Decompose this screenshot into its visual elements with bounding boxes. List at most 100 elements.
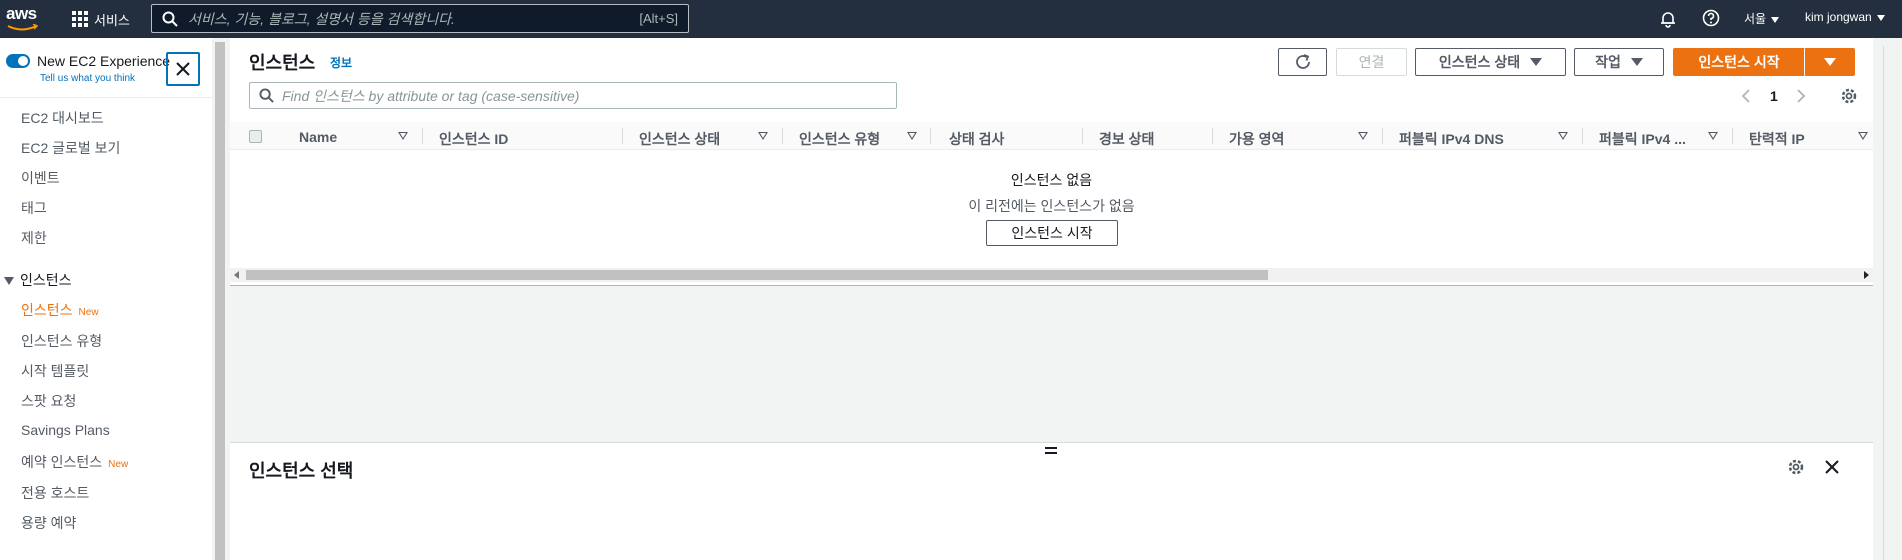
sidebar-section-instances[interactable]: 인스턴스 bbox=[4, 270, 72, 290]
sidebar-item-spot-requests[interactable]: 스팟 요청 bbox=[21, 391, 76, 411]
actions-dropdown[interactable]: 작업 bbox=[1574, 48, 1664, 76]
sidebar-item-limits[interactable]: 제한 bbox=[21, 228, 47, 248]
section-label: 인스턴스 bbox=[20, 272, 72, 288]
sort-icon[interactable] bbox=[1858, 132, 1868, 140]
gear-icon[interactable] bbox=[1840, 87, 1858, 105]
chevron-left-icon[interactable] bbox=[1740, 88, 1752, 104]
sidebar-item-ec2-dashboard[interactable]: EC2 대시보드 bbox=[21, 108, 104, 128]
close-sidebar-button[interactable] bbox=[166, 52, 200, 86]
sidebar-item-global-view[interactable]: EC2 글로벌 보기 bbox=[21, 138, 120, 158]
sidebar-item-launch-templates[interactable]: 시작 템플릿 bbox=[21, 361, 89, 381]
scroll-right-arrow[interactable] bbox=[1864, 271, 1869, 279]
resize-handle[interactable] bbox=[1045, 447, 1057, 456]
sidebar-item-label: 용량 예약 bbox=[21, 515, 77, 531]
sidebar: New EC2 Experience Tell us what you thin… bbox=[0, 38, 212, 560]
help-icon[interactable] bbox=[1702, 9, 1720, 27]
aws-logo-text: aws bbox=[6, 4, 37, 23]
aws-logo[interactable]: aws bbox=[6, 4, 40, 32]
sidebar-item-capacity-reservations[interactable]: 용량 예약 bbox=[21, 513, 76, 533]
info-link[interactable]: 정보 bbox=[330, 54, 352, 71]
sort-icon[interactable] bbox=[907, 132, 917, 140]
top-navigation-bar: aws 서비스 서비스, 기능, 블로그, 설명서 등을 검색합니다. [Alt… bbox=[0, 0, 1902, 38]
launch-options-dropdown[interactable] bbox=[1804, 48, 1855, 76]
table-header: Name 인스턴스 ID 인스턴스 상태 인스턴스 유형 상태 검사 경보 상태… bbox=[230, 122, 1873, 150]
close-icon bbox=[176, 62, 190, 76]
sidebar-scrollbar[interactable] bbox=[212, 38, 228, 560]
actions-label: 작업 bbox=[1595, 54, 1621, 70]
chevron-down-icon bbox=[1876, 14, 1885, 21]
sort-icon[interactable] bbox=[398, 132, 408, 140]
sidebar-item-instances[interactable]: 인스턴스 New bbox=[21, 300, 99, 320]
new-experience-toggle[interactable] bbox=[6, 54, 30, 68]
user-name: kim jongwan bbox=[1805, 10, 1872, 24]
refresh-button[interactable] bbox=[1278, 48, 1327, 76]
filter-placeholder: Find 인스턴스 by attribute or tag (case-sens… bbox=[282, 87, 580, 104]
column-header-availability-zone[interactable]: 가용 영역 bbox=[1229, 129, 1284, 149]
column-header-instance-state[interactable]: 인스턴스 상태 bbox=[639, 129, 720, 149]
search-icon bbox=[259, 88, 274, 103]
services-label: 서비스 bbox=[94, 12, 130, 28]
refresh-icon bbox=[1295, 54, 1310, 69]
sort-icon[interactable] bbox=[1358, 132, 1368, 140]
caret-down-icon bbox=[1630, 58, 1643, 66]
page-number[interactable]: 1 bbox=[1770, 88, 1778, 104]
account-menu[interactable]: kim jongwan bbox=[1805, 10, 1885, 24]
column-header-elastic-ip[interactable]: 탄력적 IP bbox=[1749, 129, 1805, 149]
column-header-instance-id[interactable]: 인스턴스 ID bbox=[439, 129, 508, 149]
page-title: 인스턴스 bbox=[249, 53, 316, 73]
sidebar-item-label: Savings Plans bbox=[21, 422, 110, 438]
grid-icon bbox=[72, 11, 88, 27]
instance-state-label: 인스턴스 상태 bbox=[1438, 54, 1521, 70]
sort-icon[interactable] bbox=[1708, 132, 1718, 140]
empty-state-title: 인스턴스 없음 bbox=[1010, 172, 1093, 188]
close-icon[interactable] bbox=[1824, 459, 1840, 475]
sidebar-item-label: 인스턴스 유형 bbox=[21, 333, 103, 349]
select-all-checkbox[interactable] bbox=[249, 130, 262, 143]
table-horizontal-scrollbar[interactable] bbox=[230, 268, 1873, 282]
bell-icon[interactable] bbox=[1659, 10, 1677, 28]
search-shortcut: [Alt+S] bbox=[639, 11, 678, 26]
caret-down-icon bbox=[4, 277, 14, 286]
sort-icon[interactable] bbox=[1558, 132, 1568, 140]
instances-table-panel: 인스턴스 정보 연결 인스턴스 상태 작업 인스턴스 시작 Find 인스턴스 … bbox=[230, 38, 1873, 286]
column-header-status-check[interactable]: 상태 검사 bbox=[949, 129, 1004, 149]
sidebar-item-instance-types[interactable]: 인스턴스 유형 bbox=[21, 331, 102, 351]
sidebar-item-reserved-instances[interactable]: 예약 인스턴스 New bbox=[21, 452, 128, 472]
sidebar-item-label: 예약 인스턴스 bbox=[21, 454, 103, 470]
sort-icon[interactable] bbox=[758, 132, 768, 140]
column-header-alarm-status[interactable]: 경보 상태 bbox=[1099, 129, 1154, 149]
global-search-input[interactable]: 서비스, 기능, 블로그, 설명서 등을 검색합니다. [Alt+S] bbox=[151, 4, 689, 33]
column-header-instance-type[interactable]: 인스턴스 유형 bbox=[799, 129, 880, 149]
empty-launch-instances-button[interactable]: 인스턴스 시작 bbox=[986, 220, 1118, 246]
aws-smile-icon bbox=[7, 24, 39, 31]
sidebar-item-events[interactable]: 이벤트 bbox=[21, 168, 60, 188]
column-header-name[interactable]: Name bbox=[299, 129, 337, 145]
instance-state-dropdown[interactable]: 인스턴스 상태 bbox=[1415, 48, 1566, 76]
right-edge-panel bbox=[1873, 38, 1902, 560]
sidebar-item-savings-plans[interactable]: Savings Plans bbox=[21, 422, 110, 438]
chevron-right-icon[interactable] bbox=[1795, 88, 1807, 104]
new-experience-label: New EC2 Experience bbox=[37, 53, 171, 69]
services-menu-button[interactable]: 서비스 bbox=[72, 7, 130, 31]
feedback-link[interactable]: Tell us what you think bbox=[40, 73, 135, 84]
instance-filter-input[interactable]: Find 인스턴스 by attribute or tag (case-sens… bbox=[249, 82, 897, 109]
sidebar-item-dedicated-hosts[interactable]: 전용 호스트 bbox=[21, 483, 89, 503]
column-header-public-ipv4-dns[interactable]: 퍼블릭 IPv4 DNS bbox=[1399, 129, 1504, 149]
column-header-public-ipv4[interactable]: 퍼블릭 IPv4 ... bbox=[1599, 129, 1686, 149]
chevron-down-icon bbox=[1771, 16, 1780, 23]
gear-icon[interactable] bbox=[1787, 458, 1805, 476]
detail-panel-title: 인스턴스 선택 bbox=[249, 461, 354, 481]
scrollbar-thumb[interactable] bbox=[246, 270, 1268, 280]
caret-down-icon bbox=[1823, 58, 1836, 66]
region-selector[interactable]: 서울 bbox=[1744, 10, 1780, 27]
empty-area bbox=[230, 286, 1873, 442]
region-label: 서울 bbox=[1744, 12, 1767, 26]
connect-button[interactable]: 연결 bbox=[1336, 48, 1407, 76]
search-icon bbox=[162, 11, 178, 27]
launch-instances-button[interactable]: 인스턴스 시작 bbox=[1673, 48, 1805, 76]
sidebar-item-tags[interactable]: 태그 bbox=[21, 198, 47, 218]
scroll-left-arrow[interactable] bbox=[234, 271, 239, 279]
sidebar-item-label: 시작 템플릿 bbox=[21, 363, 90, 379]
new-badge: New bbox=[108, 459, 129, 470]
instance-detail-panel: 인스턴스 선택 bbox=[230, 442, 1873, 560]
